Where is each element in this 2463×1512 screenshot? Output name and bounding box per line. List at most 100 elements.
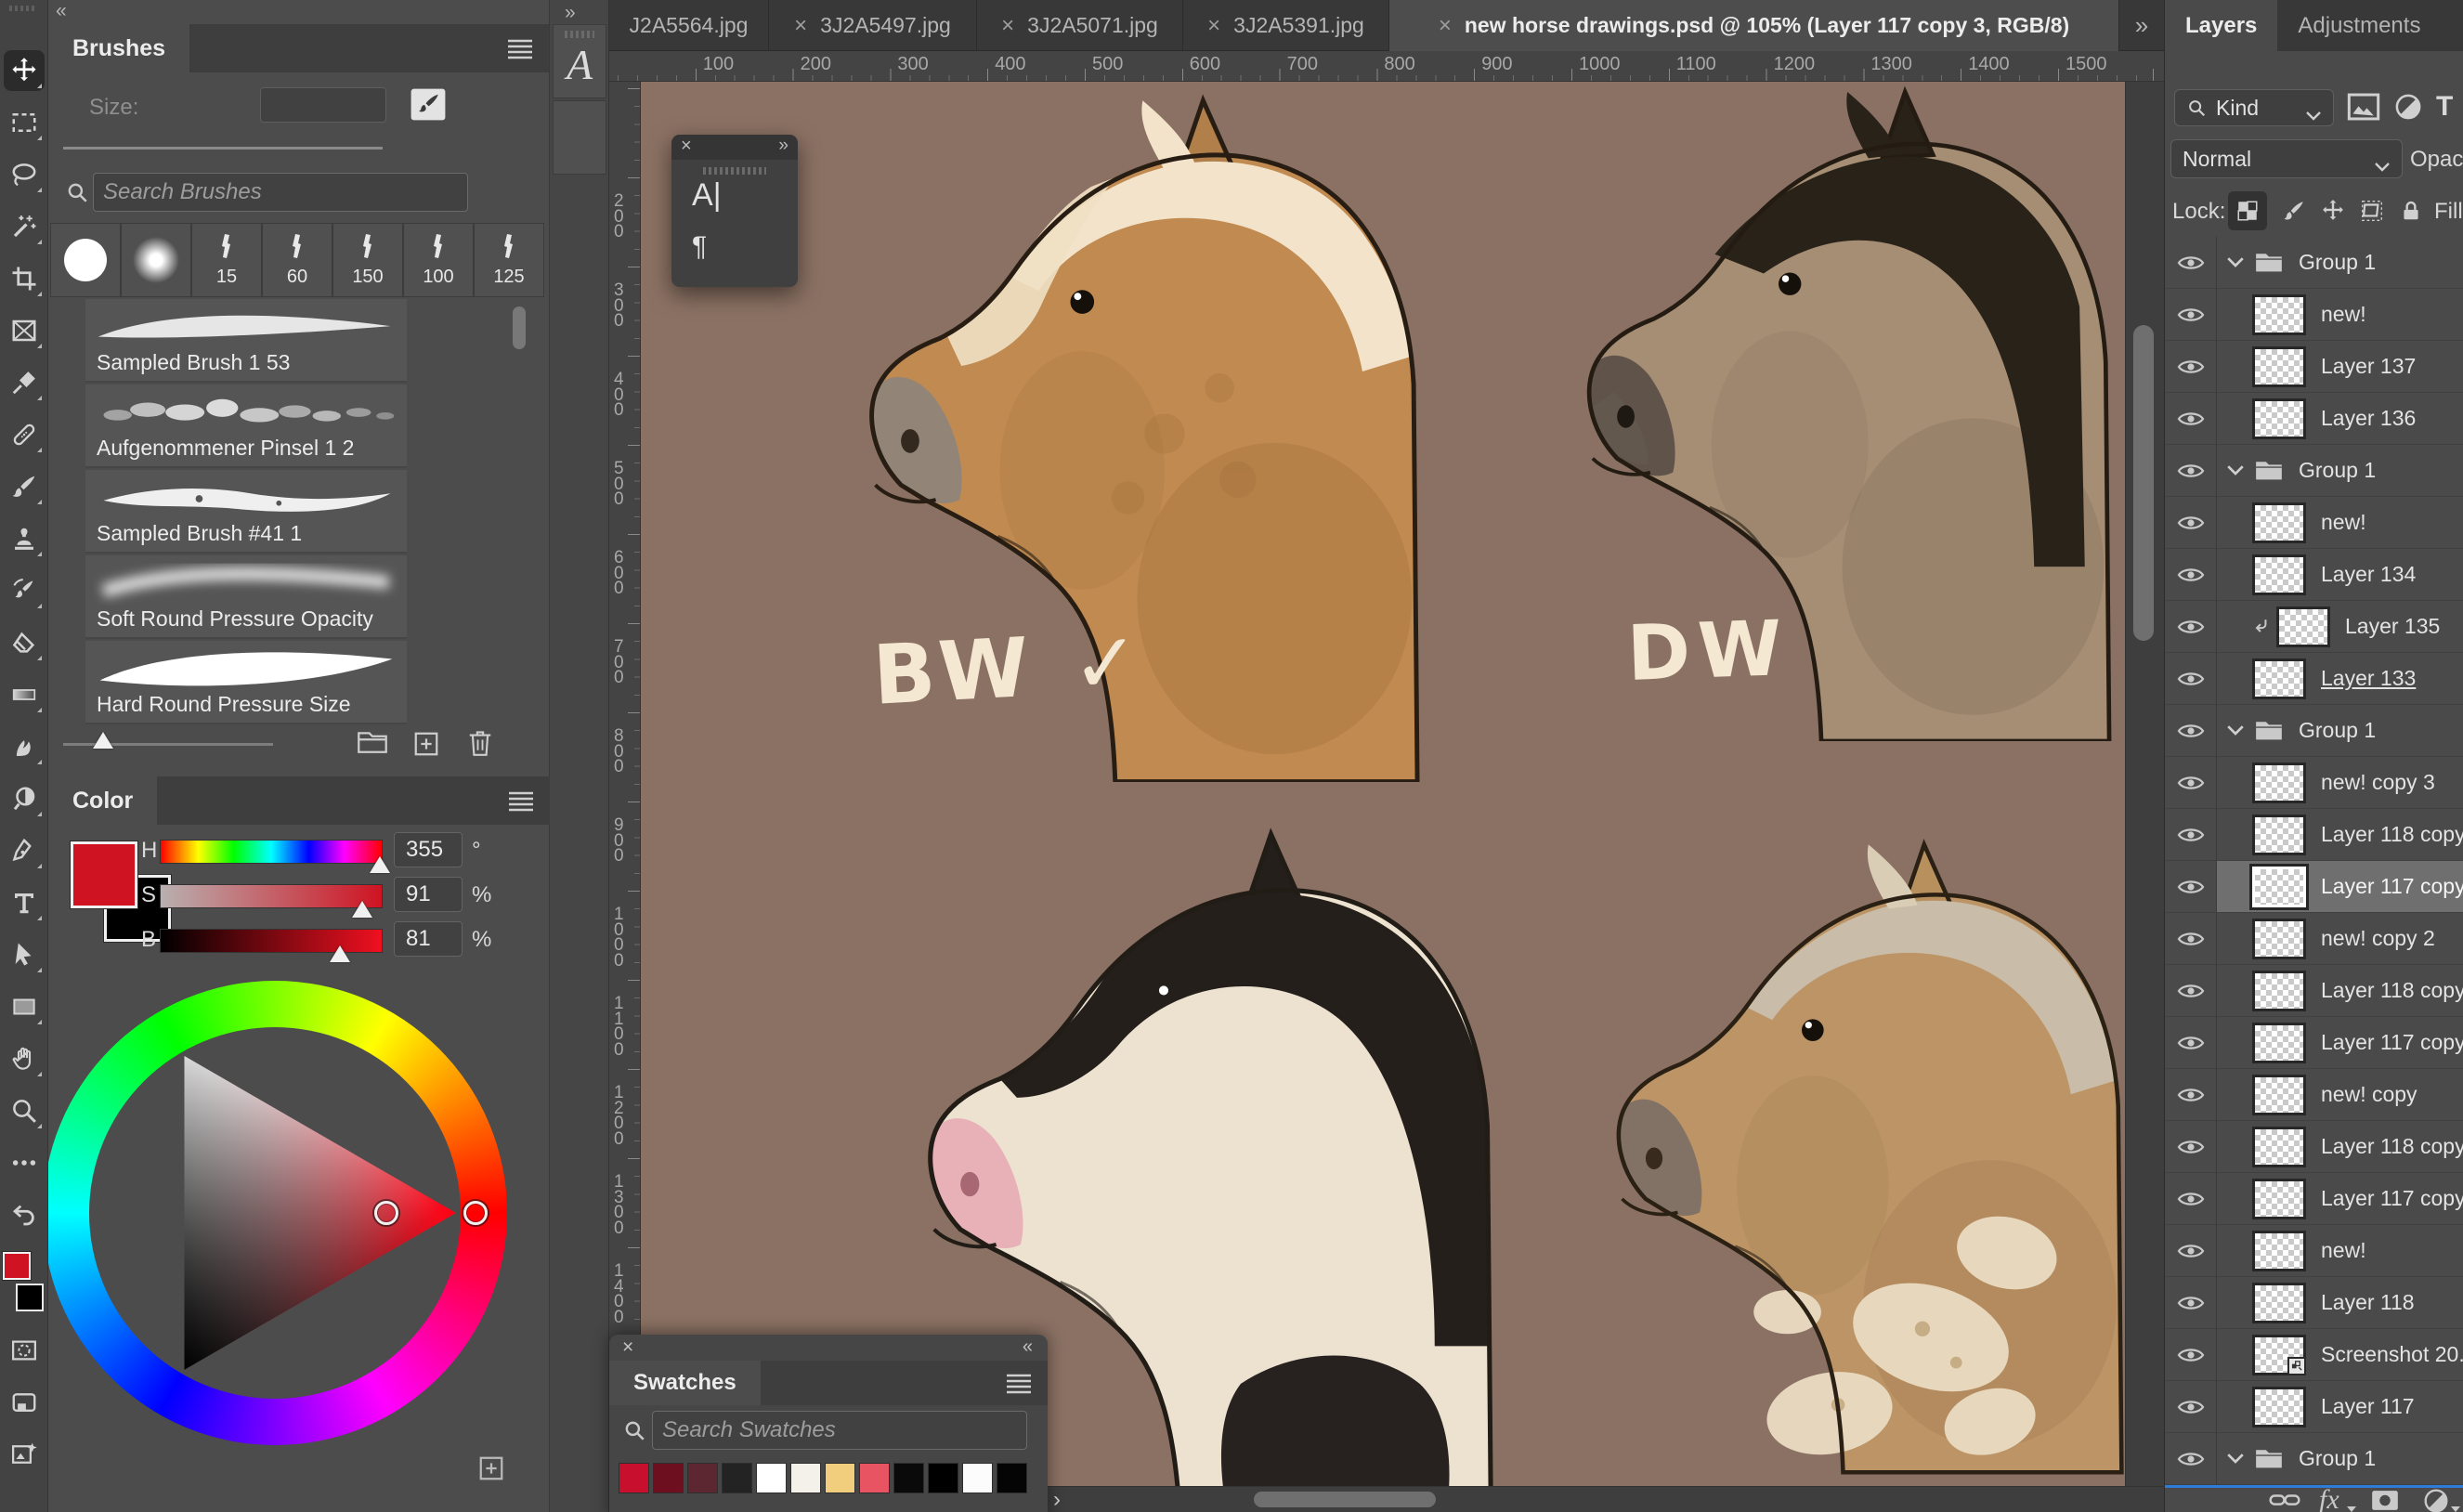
layer-row-main[interactable]: Screenshot 20.	[2217, 1329, 2463, 1381]
swatch-chip[interactable]	[997, 1463, 1027, 1493]
brush-preset[interactable]	[50, 223, 121, 297]
layer-visibility-cell[interactable]	[2165, 1173, 2217, 1225]
clone-stamp-tool[interactable]	[4, 518, 45, 559]
layer-visibility-cell[interactable]	[2165, 1381, 2217, 1433]
layer-name[interactable]: Layer 118 copy	[2321, 978, 2463, 1003]
layer-name[interactable]: Layer 117 copy	[2321, 1186, 2463, 1211]
type-tool[interactable]	[4, 882, 45, 923]
tab-color[interactable]: Color	[48, 776, 157, 825]
tab-layers[interactable]: Layers	[2165, 0, 2277, 51]
layer-row-main[interactable]: new! copy 3	[2217, 757, 2463, 809]
layer-visibility-cell[interactable]	[2165, 653, 2217, 705]
brush-group-folder-icon[interactable]	[357, 730, 388, 758]
new-brush-icon[interactable]	[412, 730, 440, 758]
smudge-tool[interactable]	[4, 726, 45, 767]
layer-row-main[interactable]: new!	[2217, 497, 2463, 549]
layer-name[interactable]: Layer 133	[2321, 666, 2416, 691]
layer-visibility-cell[interactable]	[2165, 341, 2217, 393]
layer-style-fx-icon[interactable]: fx	[2319, 1484, 2339, 1512]
zoom-tool[interactable]	[4, 1090, 45, 1131]
layer-visibility-cell[interactable]	[2165, 1329, 2217, 1381]
history-brush-tool[interactable]	[4, 570, 45, 611]
layer-thumbnail[interactable]	[2252, 346, 2306, 387]
brush-preset[interactable]	[121, 223, 191, 297]
layer-row-main[interactable]: Group 1	[2217, 237, 2463, 289]
tab-swatches[interactable]: Swatches	[609, 1361, 761, 1405]
layer-name[interactable]: new! copy 3	[2321, 770, 2435, 795]
foreground-background-swatches[interactable]	[3, 1252, 46, 1311]
path-select-tool[interactable]	[4, 934, 45, 975]
lock-all-icon[interactable]	[2391, 191, 2430, 230]
more-tools-tool[interactable]	[4, 1142, 45, 1183]
layer-name[interactable]: Layer 136	[2321, 406, 2416, 431]
flyout-header[interactable]: × »	[671, 135, 798, 160]
layer-visibility-cell[interactable]	[2165, 861, 2217, 913]
brush-list-item[interactable]: Soft Round Pressure Opacity	[85, 555, 407, 639]
generative-button[interactable]	[4, 1434, 45, 1475]
character-panel-dock-button[interactable]: A	[553, 24, 606, 98]
layer-thumbnail[interactable]	[2252, 1179, 2306, 1219]
brush-preset-picker-icon[interactable]	[407, 82, 450, 126]
color-slider-thumb[interactable]	[352, 901, 372, 918]
chevron-down-icon[interactable]	[2226, 1453, 2245, 1466]
layer-thumbnail[interactable]	[2252, 971, 2306, 1011]
swatch-chip[interactable]	[893, 1463, 924, 1493]
document-tab-active[interactable]: ×new horse drawings.psd @ 105% (Layer 11…	[1389, 0, 2119, 51]
collapse-panels-icon[interactable]: «	[56, 0, 67, 24]
brush-list-item[interactable]: Hard Round Pressure Size	[85, 641, 407, 724]
crop-tool[interactable]	[4, 258, 45, 299]
new-adjustment-layer-icon[interactable]	[2423, 1488, 2449, 1512]
document-canvas[interactable]: BW ✓DW	[641, 82, 2125, 1486]
brushes-panel-menu-icon[interactable]	[504, 37, 536, 59]
swatch-chip[interactable]	[756, 1463, 787, 1493]
layer-visibility-cell[interactable]	[2165, 497, 2217, 549]
chevron-down-icon[interactable]	[2226, 256, 2245, 269]
layer-thumbnail[interactable]	[2276, 606, 2330, 647]
layer-thumbnail[interactable]	[2252, 763, 2306, 803]
layer-thumbnail[interactable]	[2252, 1231, 2306, 1271]
brush-size-input[interactable]	[260, 87, 386, 123]
layer-name[interactable]: new! copy	[2321, 1082, 2417, 1107]
eyedropper-tool[interactable]	[4, 362, 45, 403]
layer-name[interactable]: Group 1	[2299, 1446, 2376, 1471]
filter-pixel-layers-icon[interactable]	[2347, 93, 2380, 125]
lock-paint-icon[interactable]	[2274, 191, 2313, 230]
layer-thumbnail[interactable]	[2252, 1023, 2306, 1063]
layer-row[interactable]: Layer 118 copy	[2165, 965, 2463, 1017]
quick-mask-button[interactable]	[4, 1330, 45, 1371]
layer-visibility-cell[interactable]	[2165, 1277, 2217, 1329]
layer-row-main[interactable]: Group 1	[2217, 705, 2463, 757]
swatch-chip[interactable]	[790, 1463, 821, 1493]
layer-name[interactable]: Group 1	[2299, 458, 2376, 483]
layer-row[interactable]: Layer 118 copy	[2165, 1121, 2463, 1173]
layer-name[interactable]: Layer 117 copy	[2321, 874, 2463, 899]
layer-row-main[interactable]: Layer 118 copy	[2217, 809, 2463, 861]
layer-row-main[interactable]: Layer 118 copy	[2217, 965, 2463, 1017]
layer-row-main[interactable]: Layer 118 copy	[2217, 1121, 2463, 1173]
swatch-chip[interactable]	[619, 1463, 649, 1493]
color-slider[interactable]	[160, 884, 383, 908]
layer-thumbnail[interactable]	[2252, 815, 2306, 855]
brush-preset[interactable]: 15	[191, 223, 262, 297]
tab-brushes[interactable]: Brushes	[48, 24, 189, 72]
layer-row-main[interactable]: Layer 135	[2217, 601, 2463, 653]
color-value-input[interactable]: 355	[394, 832, 463, 867]
background-color-swatch[interactable]	[16, 1284, 44, 1311]
brush-list-item[interactable]: Sampled Brush #41 1	[85, 470, 407, 554]
color-slider-thumb[interactable]	[330, 945, 350, 962]
layer-row-main[interactable]: Layer 118	[2217, 1277, 2463, 1329]
layer-row[interactable]: Layer 118	[2165, 1277, 2463, 1329]
layer-row[interactable]: Layer 137	[2165, 341, 2463, 393]
color-panel-expand-icon[interactable]	[477, 1454, 505, 1482]
close-tab-icon[interactable]: ×	[1207, 13, 1220, 39]
layer-name[interactable]: new!	[2321, 302, 2366, 327]
hand-tool[interactable]	[4, 1038, 45, 1079]
brush-preview-slider-thumb[interactable]	[93, 732, 113, 749]
brush-size-slider[interactable]	[63, 147, 383, 150]
layer-visibility-cell[interactable]	[2165, 549, 2217, 601]
layer-group-row[interactable]: Group 1	[2165, 445, 2463, 497]
layer-visibility-cell[interactable]	[2165, 757, 2217, 809]
close-tab-icon[interactable]: ×	[1001, 13, 1014, 39]
document-tab[interactable]: ×3J2A5071.jpg	[977, 0, 1183, 51]
close-icon[interactable]: ×	[622, 1336, 633, 1359]
